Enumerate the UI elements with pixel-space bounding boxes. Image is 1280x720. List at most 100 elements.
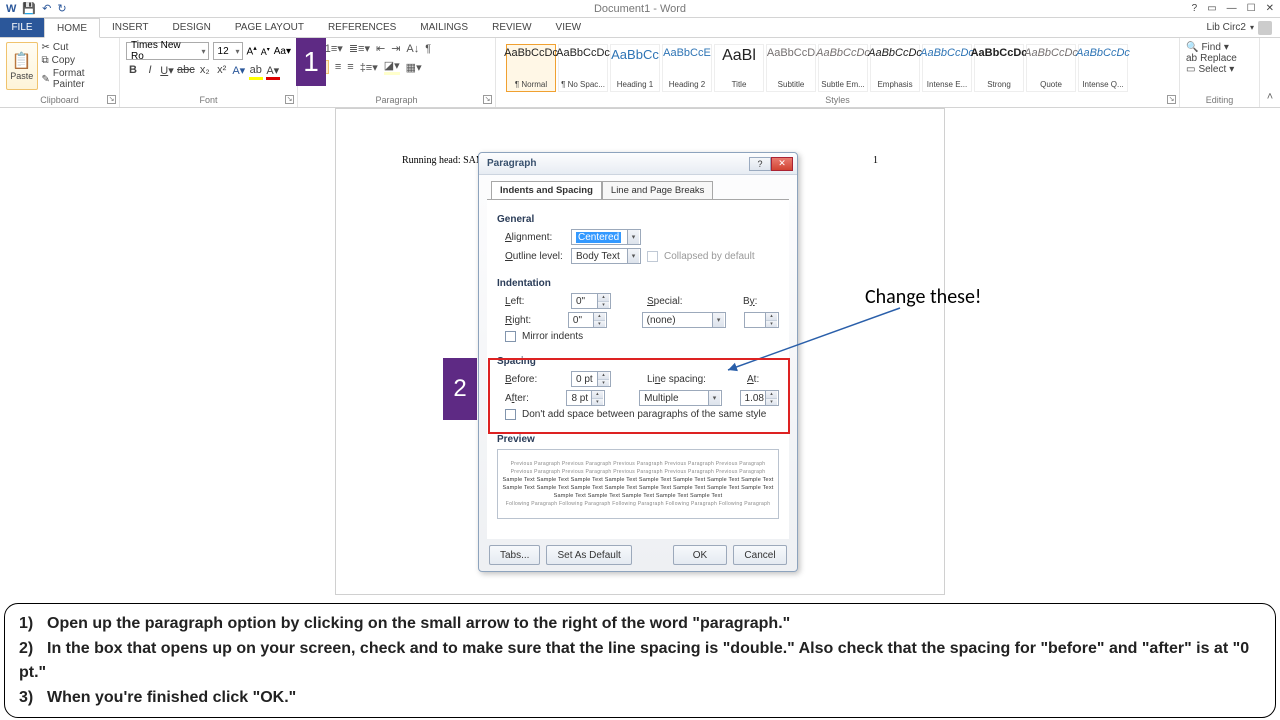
clipboard-launcher[interactable]: ↘ (107, 95, 116, 104)
tab-home[interactable]: HOME (44, 18, 100, 38)
grow-font-icon[interactable]: A▴ (247, 44, 257, 57)
after-spinner[interactable]: 8 pt▴▾ (566, 390, 604, 406)
subscript-button[interactable]: x₂ (198, 64, 212, 80)
tab-references[interactable]: REFERENCES (316, 18, 408, 37)
dialog-help-icon[interactable]: ? (749, 157, 771, 171)
linespacing-combo[interactable]: Multiple▾ (639, 390, 722, 406)
paste-label: Paste (10, 71, 33, 81)
tab-insert[interactable]: INSERT (100, 18, 161, 37)
style-subtleem[interactable]: AaBbCcDcSubtle Em... (818, 44, 868, 92)
format-painter-button[interactable]: ✎Format Painter (42, 68, 114, 90)
collapse-ribbon-icon[interactable]: ˄ (1267, 91, 1273, 103)
replace-icon: ab (1186, 53, 1197, 64)
redo-icon[interactable]: ↻ (57, 2, 66, 15)
font-size-combo[interactable]: 12▾ (213, 42, 243, 60)
dec-indent-icon[interactable]: ⇤ (376, 42, 385, 55)
tab-mailings[interactable]: MAILINGS (408, 18, 480, 37)
style-intenseem[interactable]: AaBbCcDcIntense E... (922, 44, 972, 92)
style-title[interactable]: AaBlTitle (714, 44, 764, 92)
save-icon[interactable]: 💾 (22, 2, 36, 15)
highlight-icon[interactable]: ab (249, 64, 263, 80)
bold-button[interactable]: B (126, 64, 140, 80)
font-color-icon[interactable]: A▾ (266, 64, 280, 80)
tabs-button[interactable]: Tabs... (489, 545, 540, 565)
find-button[interactable]: 🔍Find▾ (1186, 42, 1253, 53)
justify-icon[interactable]: ≡ (347, 61, 353, 73)
inc-indent-icon[interactable]: ⇥ (391, 42, 400, 55)
style-normal[interactable]: AaBbCcDc¶ Normal (506, 44, 556, 92)
group-label: Editing (1180, 95, 1259, 105)
paragraph-launcher[interactable]: ↘ (483, 95, 492, 104)
before-spinner[interactable]: 0 pt▴▾ (571, 371, 611, 387)
window-title: Document1 - Word (594, 3, 686, 15)
dialog-tab-indents[interactable]: Indents and Spacing (491, 181, 602, 199)
dontadd-checkbox[interactable] (505, 409, 516, 420)
replace-button[interactable]: abReplace (1186, 53, 1253, 64)
tab-pagelayout[interactable]: PAGE LAYOUT (223, 18, 316, 37)
underline-button[interactable]: U▾ (160, 64, 174, 80)
dialog-tab-breaks[interactable]: Line and Page Breaks (602, 181, 713, 199)
copy-button[interactable]: ⧉Copy (42, 55, 114, 66)
collapsed-checkbox[interactable] (647, 251, 658, 262)
dialog-close-icon[interactable]: ✕ (771, 157, 793, 171)
style-nospacing[interactable]: AaBbCcDc¶ No Spac... (558, 44, 608, 92)
font-name-combo[interactable]: Times New Ro▾ (126, 42, 209, 60)
italic-button[interactable]: I (143, 64, 157, 80)
superscript-button[interactable]: x² (215, 64, 229, 80)
annotation-arrow (720, 300, 920, 380)
right-spinner[interactable]: 0"▴▾ (568, 312, 607, 328)
mirror-checkbox[interactable] (505, 331, 516, 342)
align-right-icon[interactable]: ≡ (335, 61, 341, 73)
style-heading2[interactable]: AaBbCcEHeading 2 (662, 44, 712, 92)
cut-button[interactable]: ✂Cut (42, 42, 114, 53)
mirror-label: Mirror indents (522, 331, 583, 342)
set-default-button[interactable]: Set As Default (546, 545, 631, 565)
shrink-font-icon[interactable]: A▾ (261, 46, 270, 57)
page-number: 1 (873, 155, 878, 166)
shading-icon[interactable]: ◪▾ (384, 59, 400, 75)
outline-combo[interactable]: Body Text▾ (571, 248, 641, 264)
style-subtitle[interactable]: AaBbCcDSubtitle (766, 44, 816, 92)
cancel-button[interactable]: Cancel (733, 545, 787, 565)
numbering-icon[interactable]: 1≡▾ (325, 42, 343, 55)
styles-launcher[interactable]: ↘ (1167, 95, 1176, 104)
group-label: Paragraph (298, 95, 495, 105)
font-launcher[interactable]: ↘ (285, 95, 294, 104)
style-heading1[interactable]: AaBbCcHeading 1 (610, 44, 660, 92)
tab-design[interactable]: DESIGN (161, 18, 223, 37)
outline-label: utline level: (513, 251, 563, 262)
callout-2: 2 (443, 358, 477, 420)
at-spinner[interactable]: 1.08▴▾ (740, 390, 779, 406)
show-marks-icon[interactable]: ¶ (425, 43, 431, 55)
undo-icon[interactable]: ↶ (42, 2, 51, 15)
strike-button[interactable]: abc (177, 64, 195, 80)
maximize-icon[interactable]: ☐ (1247, 3, 1256, 14)
close-icon[interactable]: ✕ (1266, 3, 1274, 14)
line-spacing-icon[interactable]: ‡≡▾ (360, 61, 378, 74)
ok-button[interactable]: OK (673, 545, 727, 565)
alignment-combo[interactable]: Centered▾ (571, 229, 641, 245)
section-preview: Preview (497, 434, 779, 445)
multilevel-icon[interactable]: ≣≡▾ (349, 42, 370, 55)
style-strong[interactable]: AaBbCcDcStrong (974, 44, 1024, 92)
tab-file[interactable]: FILE (0, 18, 44, 37)
style-intenseq[interactable]: AaBbCcDcIntense Q... (1078, 44, 1128, 92)
style-quote[interactable]: AaBbCcDcQuote (1026, 44, 1076, 92)
group-paragraph: ≣▾ 1≡▾ ≣≡▾ ⇤ ⇥ A↓ ¶ ≡ ≡ ≡ ≡ ‡≡▾ ◪▾ ▦▾ Pa… (298, 38, 496, 107)
instructions: 1)Open up the paragraph option by clicki… (4, 603, 1276, 718)
paste-button[interactable]: 📋 Paste (6, 42, 38, 90)
borders-icon[interactable]: ▦▾ (406, 61, 422, 74)
left-spinner[interactable]: 0"▴▾ (571, 293, 611, 309)
ribbon-opts-icon[interactable]: ▭ (1207, 3, 1216, 14)
minimize-icon[interactable]: — (1227, 3, 1237, 14)
sort-icon[interactable]: A↓ (406, 43, 419, 55)
user-menu[interactable]: Lib Circ2 ▾ (1199, 18, 1280, 37)
tab-review[interactable]: REVIEW (480, 18, 543, 37)
tab-view[interactable]: VIEW (544, 18, 594, 37)
style-emphasis[interactable]: AaBbCcDcEmphasis (870, 44, 920, 92)
special-combo[interactable]: (none)▾ (642, 312, 727, 328)
change-case-icon[interactable]: Aa▾ (274, 46, 291, 57)
text-effects-icon[interactable]: A▾ (232, 64, 246, 80)
help-icon[interactable]: ? (1192, 3, 1198, 14)
select-button[interactable]: ▭Select▾ (1186, 64, 1253, 75)
